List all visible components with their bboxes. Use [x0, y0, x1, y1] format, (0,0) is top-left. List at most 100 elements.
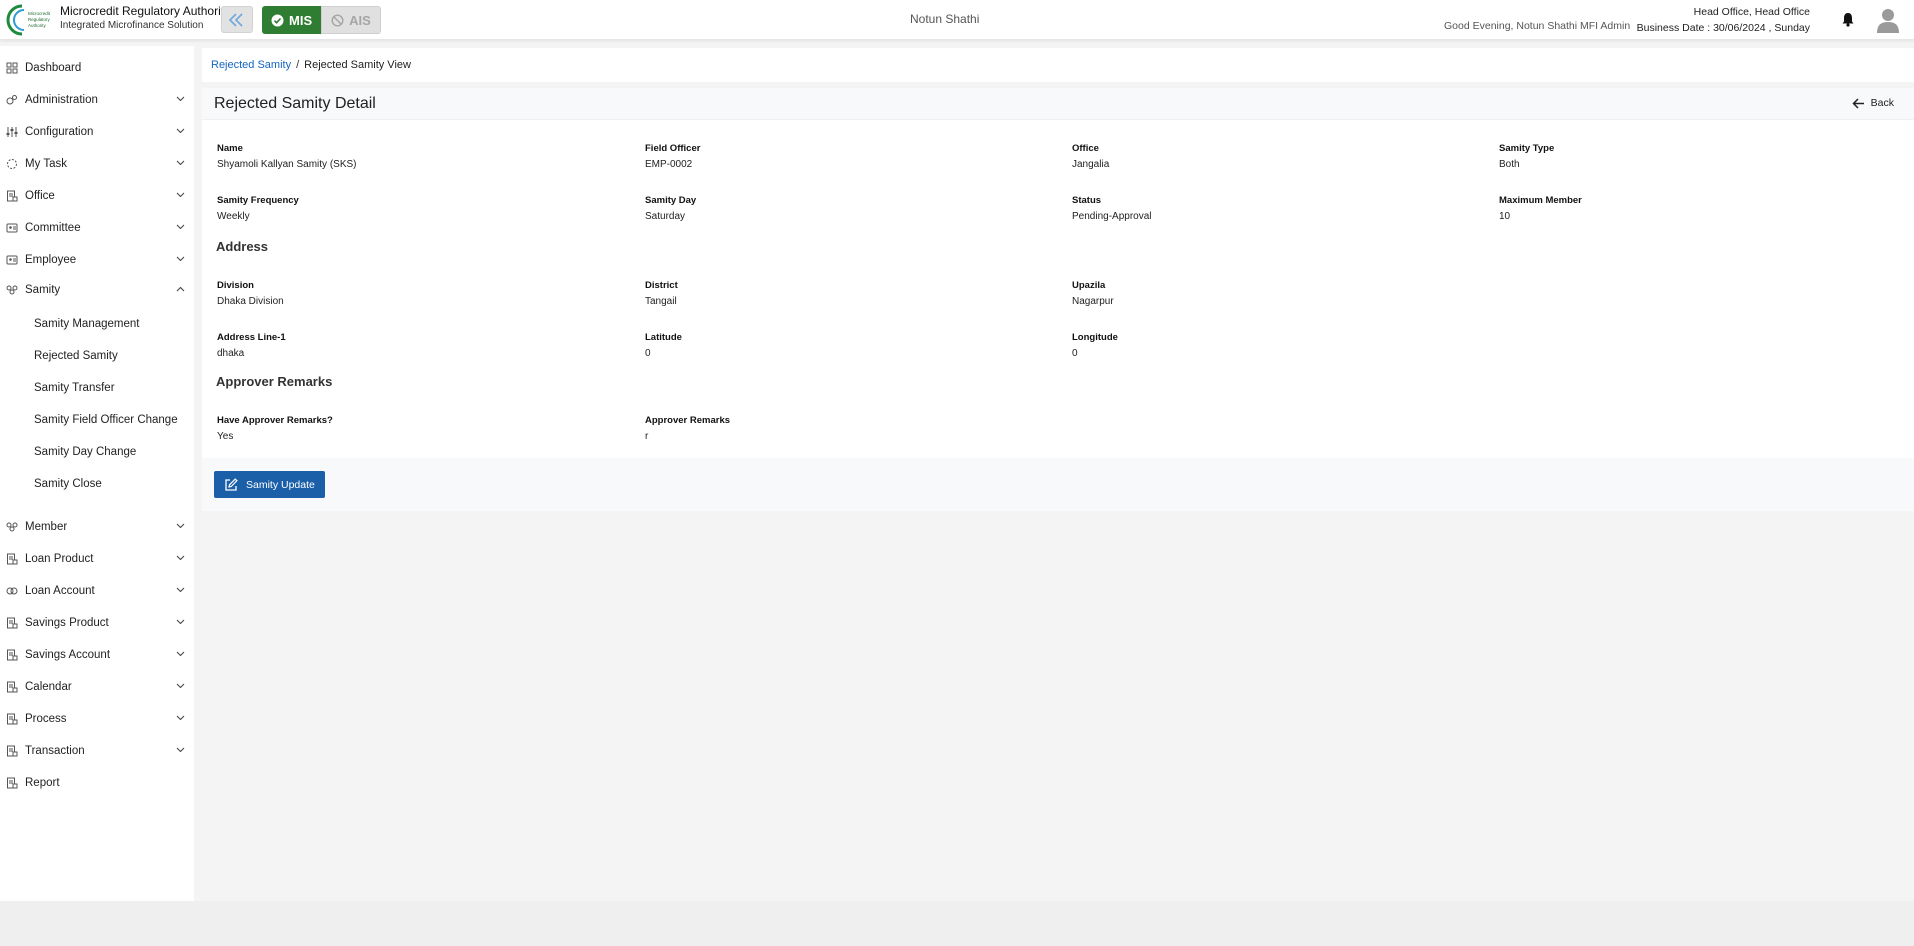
- sidebar-item-transaction[interactable]: Transaction: [0, 740, 194, 762]
- field-value: Nagarpur: [1072, 296, 1114, 307]
- sidebar-collapse-button[interactable]: [221, 6, 253, 33]
- field-label: Office: [1072, 143, 1099, 154]
- field-value: r: [645, 431, 649, 442]
- sidebar-item-loan-product[interactable]: Loan Product: [0, 548, 194, 570]
- field-value: Dhaka Division: [217, 296, 284, 307]
- sidebar-item-label: My Task: [25, 158, 67, 170]
- office-name: Head Office, Head Office: [1693, 6, 1810, 18]
- sidebar-subitem-samity-field-officer-change[interactable]: Samity Field Officer Change: [34, 410, 178, 430]
- sidebar-item-committee[interactable]: Committee: [0, 217, 194, 239]
- field-label: Name: [217, 143, 243, 154]
- chevron-down-icon: [176, 224, 185, 230]
- ais-mode-label: AIS: [349, 12, 371, 28]
- sidebar-subitem-samity-day-change[interactable]: Samity Day Change: [34, 442, 136, 462]
- chevron-up-icon: [176, 286, 185, 292]
- sidebar-subitem-samity-management[interactable]: Samity Management: [34, 314, 139, 334]
- office-info: Head Office, Head Office Business Date :…: [1637, 4, 1810, 36]
- field-value: Pending-Approval: [1072, 211, 1152, 222]
- chevron-down-icon: [176, 555, 185, 561]
- chevron-down-icon: [176, 587, 185, 593]
- field-value: EMP-0002: [645, 159, 693, 170]
- field-label: District: [645, 280, 678, 291]
- sidebar-item-dashboard[interactable]: Dashboard: [0, 57, 194, 79]
- svg-text:Regulatory: Regulatory: [28, 17, 51, 22]
- field-approver-remarks: Approver Remarks r: [645, 415, 730, 442]
- sidebar-item-label: Dashboard: [25, 62, 82, 74]
- breadcrumb-link-rejected-samity[interactable]: Rejected Samity: [211, 59, 291, 71]
- sidebar-item-samity[interactable]: Samity: [0, 279, 194, 301]
- bell-icon[interactable]: [1841, 12, 1855, 27]
- field-label: Samity Frequency: [217, 195, 299, 206]
- document-icon: [7, 777, 18, 789]
- field-label: Samity Type: [1499, 143, 1555, 154]
- sidebar-item-administration[interactable]: Administration: [0, 89, 194, 111]
- sidebar-item-savings-account[interactable]: Savings Account: [0, 644, 194, 666]
- sidebar-item-report[interactable]: Report: [0, 772, 194, 794]
- sidebar-item-label: Loan Account: [25, 585, 95, 597]
- mis-mode-label: MIS: [289, 12, 313, 28]
- sliders-icon: [6, 127, 18, 137]
- field-longitude: Longitude 0: [1072, 332, 1118, 359]
- back-button[interactable]: Back: [1852, 97, 1894, 109]
- document-icon: [7, 681, 18, 693]
- sidebar-item-label: Loan Product: [25, 553, 94, 565]
- chevron-down-icon: [176, 128, 185, 134]
- sidebar-item-configuration[interactable]: Configuration: [0, 121, 194, 143]
- sidebar-item-my-task[interactable]: My Task: [0, 153, 194, 175]
- check-circle-icon: [271, 14, 284, 26]
- samity-update-label: Samity Update: [246, 478, 315, 491]
- field-division: Division Dhaka Division: [217, 280, 284, 307]
- member-icon: [6, 522, 18, 532]
- sidebar-item-calendar[interactable]: Calendar: [0, 676, 194, 698]
- section-title-address: Address: [216, 239, 269, 254]
- samity-detail-card: Rejected Samity Detail Back Name Shyamol…: [202, 88, 1914, 511]
- sidebar-item-process[interactable]: Process: [0, 708, 194, 730]
- double-chevron-left-icon: [228, 12, 243, 27]
- field-value: 0: [1072, 348, 1078, 359]
- sidebar-item-savings-product[interactable]: Savings Product: [0, 612, 194, 634]
- sidebar-item-member[interactable]: Member: [0, 516, 194, 538]
- samity-update-button[interactable]: Samity Update: [214, 471, 325, 498]
- sidebar-item-employee[interactable]: Employee: [0, 249, 194, 271]
- chevron-down-icon: [176, 715, 185, 721]
- sidebar-subitem-samity-close[interactable]: Samity Close: [34, 474, 102, 494]
- field-samity-frequency: Samity Frequency Weekly: [217, 195, 299, 222]
- user-avatar-icon[interactable]: [1876, 7, 1900, 33]
- card-header: Rejected Samity Detail Back: [202, 88, 1914, 120]
- document-icon: [7, 649, 18, 661]
- org-name: Microcredit Regulatory Authority: [60, 4, 231, 18]
- sidebar-subitem-rejected-samity[interactable]: Rejected Samity: [34, 346, 118, 366]
- sidebar-item-loan-account[interactable]: Loan Account: [0, 580, 194, 602]
- sidebar-item-label: Configuration: [25, 126, 94, 138]
- sidebar-subitem-samity-transfer[interactable]: Samity Transfer: [34, 378, 115, 398]
- sidebar: Dashboard Administration Configuration M…: [0, 46, 194, 901]
- back-button-label: Back: [1870, 97, 1894, 109]
- committee-icon: [6, 223, 18, 233]
- field-value: 10: [1499, 211, 1511, 222]
- field-name: Name Shyamoli Kallyan Samity (SKS): [217, 143, 357, 170]
- chevron-down-icon: [176, 747, 185, 753]
- field-value: Tangail: [645, 296, 677, 307]
- mra-logo: Microcredit Regulatory Authority: [6, 4, 51, 36]
- field-label: Approver Remarks: [645, 415, 731, 426]
- field-value: Shyamoli Kallyan Samity (SKS): [217, 159, 357, 170]
- chevron-down-icon: [176, 683, 185, 689]
- ais-mode-button[interactable]: AIS: [321, 6, 381, 34]
- mis-mode-button[interactable]: MIS: [262, 6, 322, 34]
- svg-text:Authority: Authority: [28, 23, 47, 28]
- field-value: Jangalia: [1072, 159, 1110, 170]
- sidebar-item-office[interactable]: Office: [0, 185, 194, 207]
- field-samity-type: Samity Type Both: [1499, 143, 1554, 170]
- page-bottom-strip: [0, 901, 1914, 946]
- field-value: Saturday: [645, 211, 686, 222]
- sidebar-item-label: Member: [25, 521, 68, 533]
- module-switcher: MIS AIS: [262, 6, 381, 34]
- field-label: Latitude: [645, 332, 682, 343]
- sidebar-item-label: Administration: [25, 94, 98, 106]
- sidebar-item-label: Samity: [25, 284, 61, 296]
- sidebar-item-label: Savings Product: [25, 617, 109, 629]
- sidebar-item-label: Calendar: [25, 681, 72, 693]
- sidebar-item-label: Savings Account: [25, 649, 111, 661]
- arrow-left-icon: [1852, 97, 1864, 109]
- field-label: Samity Day: [645, 195, 697, 206]
